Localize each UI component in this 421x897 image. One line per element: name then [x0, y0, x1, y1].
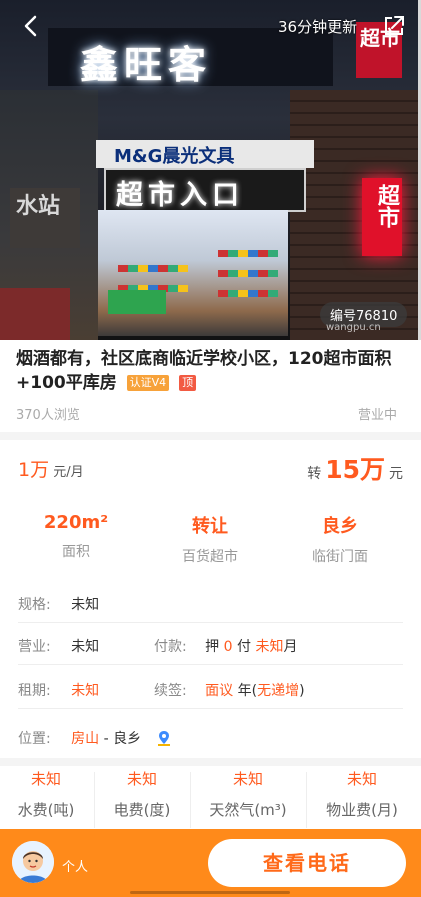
listing-title: 烟酒都有，社区底商临近学校小区，120超市面积+100平库房 认证V4 顶 [16, 347, 408, 395]
transfer-unit: 元 [389, 466, 403, 482]
listing-title-text: 烟酒都有，社区底商临近学校小区，120超市面积+100平库房 [16, 349, 392, 393]
storefront-photo[interactable]: 鑫旺客 超市 M&G晨光文具 超市入口 超市 水站 36分钟更新 编号76810… [0, 0, 421, 340]
fee-water: 未知 水费(吨) [17, 770, 75, 819]
fee-gas: 未知 天然气(m³) [209, 770, 287, 819]
location-district: 房山 [71, 731, 100, 747]
person-label: 个人 [62, 860, 89, 875]
business-status: 营业中 [357, 408, 397, 423]
stat-location: 良乡 临街门面 [270, 512, 410, 566]
utility-fees: 未知 水费(吨) 未知 电费(度) 未知 天然气(m³) 未知 物业费(月) [0, 768, 421, 828]
detail-renewal: 续签: 面议 年(无递增) [154, 683, 305, 699]
back-arrow-icon[interactable] [18, 12, 46, 40]
share-icon[interactable] [380, 12, 408, 40]
transfer-value: 15万 [325, 455, 385, 484]
watermark-text: wangpu.cn [326, 322, 381, 333]
stat-value: 良乡 [322, 516, 358, 537]
fee-electricity: 未知 电费(度) [113, 770, 171, 819]
photo-water-sign: 水站 [10, 188, 80, 248]
detail-spec: 规格: 未知 [18, 597, 100, 613]
contact-bar: 个人 查看电话 [0, 829, 421, 897]
section-divider [0, 758, 421, 766]
view-count: 370人浏览 [16, 408, 80, 423]
photo-shop-interior [98, 210, 288, 336]
photo-brand-awning: M&G晨光文具 [96, 140, 314, 168]
stat-value: 转让 [192, 516, 228, 537]
photo-red-box [0, 288, 70, 340]
map-pin-icon[interactable] [156, 730, 172, 746]
home-indicator [130, 891, 290, 894]
top-badge: 顶 [179, 375, 197, 391]
fee-property: 未知 物业费(月) [326, 770, 398, 819]
stat-value: 220m² [43, 512, 109, 533]
verified-badge: 认证V4 [126, 375, 170, 391]
detail-lease: 租期: 未知 [18, 683, 100, 699]
photo-red-side-sign: 超市 [362, 178, 402, 256]
section-divider [0, 432, 421, 440]
update-time-label: 36分钟更新 [278, 18, 358, 36]
photo-entrance-sign: 超市入口 [104, 168, 306, 212]
transfer-fee: 转 15万元 [307, 450, 403, 486]
avatar[interactable] [12, 841, 54, 883]
stat-label: 临街门面 [312, 549, 368, 565]
detail-location[interactable]: 位置: 房山 - 良乡 [18, 728, 172, 748]
rent-unit: 元/月 [53, 465, 84, 480]
monthly-rent: 1万 元/月 [18, 455, 84, 482]
photo-green-cart [108, 290, 166, 314]
detail-payment: 付款: 押 0 付 未知月 [154, 639, 298, 655]
location-area: - 良乡 [103, 731, 142, 747]
rent-value: 1万 [18, 459, 50, 481]
stat-label: 面积 [62, 544, 90, 560]
stat-label: 百货超市 [182, 549, 238, 565]
transfer-label: 转 [307, 466, 322, 482]
stat-area: 220m² 面积 [6, 512, 146, 561]
view-phone-button[interactable]: 查看电话 [208, 839, 406, 887]
stat-type: 转让 百货超市 [140, 512, 280, 566]
key-stats: 220m² 面积 转让 百货超市 良乡 临街门面 [0, 512, 421, 572]
detail-business: 营业: 未知 [18, 639, 100, 655]
